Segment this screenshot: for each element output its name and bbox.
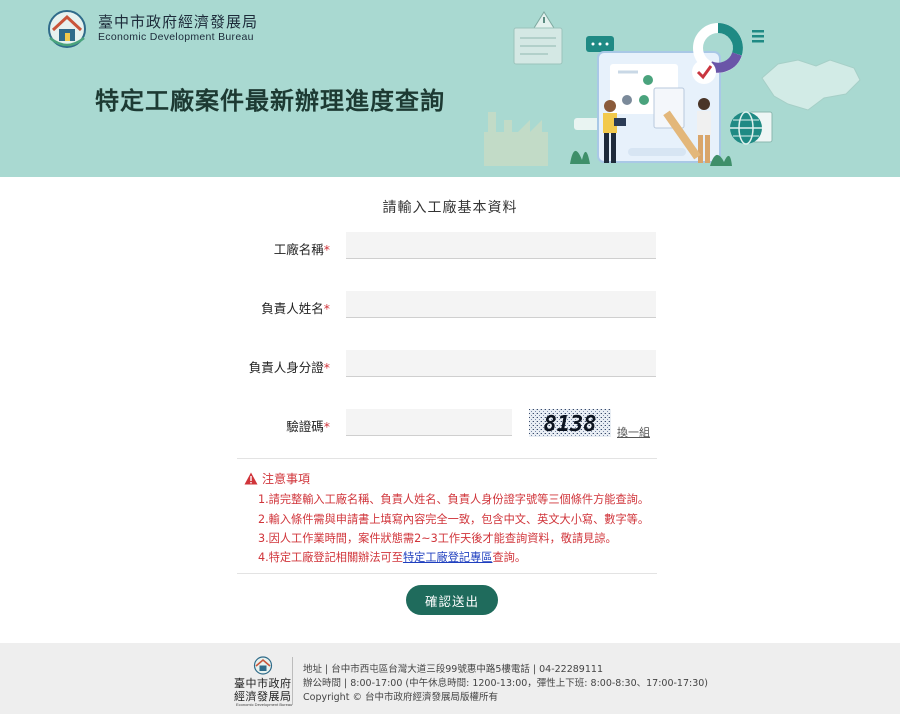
factory-name-label: 工廠名稱* [273,242,330,257]
owner-name-label: 負責人姓名* [261,301,330,316]
notice-item-1: 1.請完整輸入工廠名稱、負責人姓名、負責人身份證字號等三個條件方能查詢。 [258,493,650,506]
divider-top [237,458,657,459]
captcha-refresh-link[interactable]: 換一組 [617,424,650,440]
captcha-image: 8138 [529,409,611,437]
captcha-text: 8138 [544,412,597,437]
divider-bottom [237,573,657,574]
org-name-en: Economic Development Bureau [98,31,254,43]
footer-org-name-en: Economic Development Bureau [236,702,293,707]
notice-item-4: 4.特定工廠登記相關辦法可至特定工廠登記專區查詢。 [258,551,527,564]
footer-office-hours: 辦公時間 | 8:00-17:00 (中午休息時間: 1200-13:00，彈性… [303,678,709,689]
factory-name-input[interactable] [346,232,656,259]
form-heading: 請輸入工廠基本資料 [382,200,518,216]
captcha-label: 驗證碼* [286,419,330,434]
page-title: 特定工廠案件最新辦理進度查詢 [95,87,445,115]
footer-divider [292,657,293,705]
footer-copyright: Copyright © 台中市政府經濟發展局版權所有 [303,692,498,703]
owner-id-input[interactable] [346,350,656,377]
org-name-cn: 臺中市政府經濟發展局 [98,13,259,31]
special-factory-zone-link[interactable]: 特定工廠登記專區 [403,551,493,564]
notice-title: 注意事項 [244,470,310,487]
banner-illustration [484,11,861,166]
warning-icon [244,472,258,485]
captcha-input[interactable] [346,409,512,436]
footer-address: 地址 | 台中市西屯區台灣大道三段99號惠中路5樓電話 | 04-2228911… [303,664,603,675]
owner-id-label: 負責人身分證* [248,360,330,375]
notice-item-3: 3.因人工作業時間，案件狀態需2~3工作天後才能查詢資料，敬請見諒。 [258,532,617,545]
footer-logo-icon [253,656,273,675]
bureau-logo-icon [48,10,86,48]
header-banner: 臺中市政府經濟發展局 Economic Development Bureau 特… [0,0,900,177]
owner-name-input[interactable] [346,291,656,318]
submit-button[interactable]: 確認送出 [406,585,498,615]
notice-item-2: 2.輸入條件需與申請書上填寫內容完全一致，包含中文、英文大小寫、數字等。 [258,513,650,526]
